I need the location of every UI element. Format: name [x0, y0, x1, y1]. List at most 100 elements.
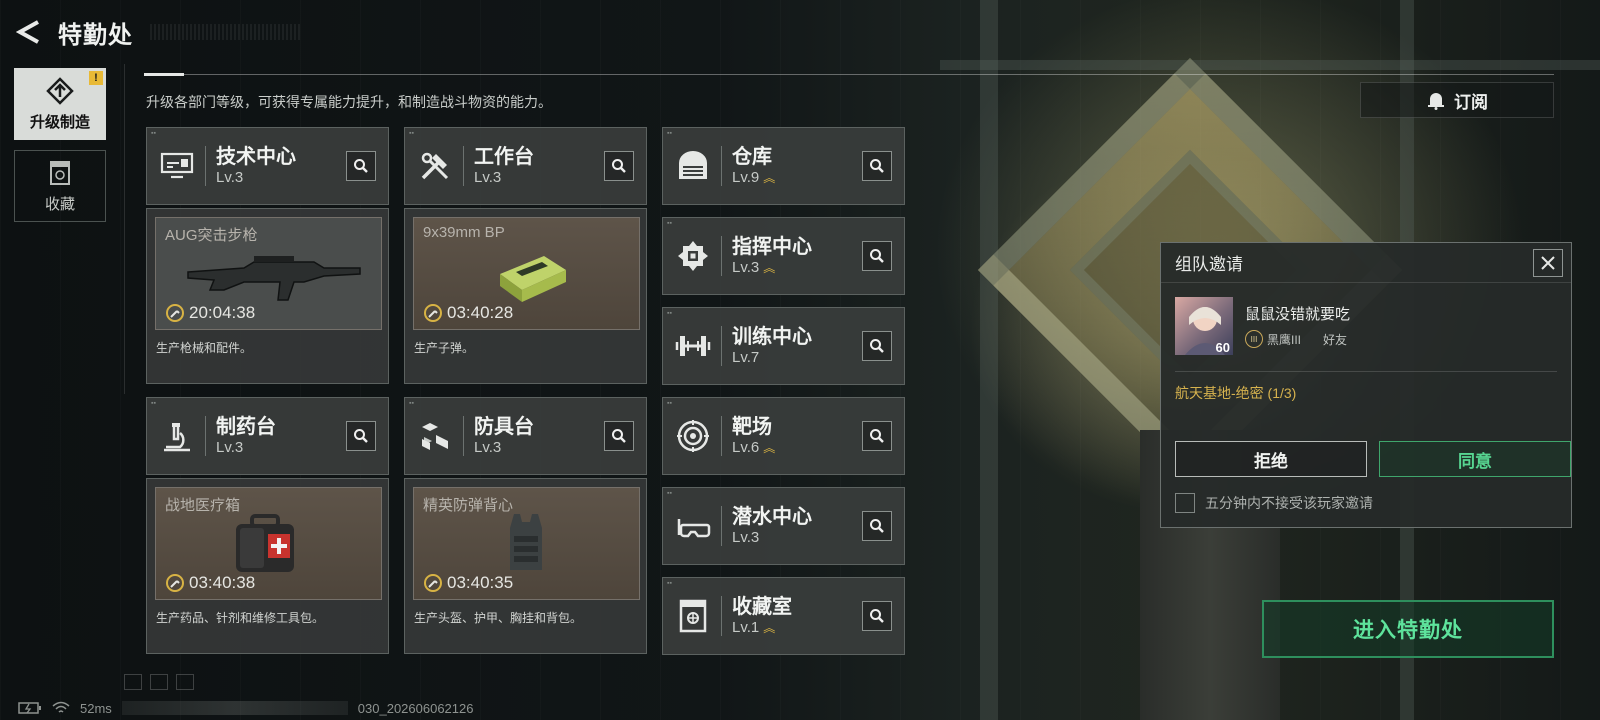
facility-name: 技术中心	[216, 146, 296, 168]
facility-level: Lv.6	[732, 439, 760, 456]
status-bar: 52ms 030_202606062126	[0, 696, 540, 720]
relation-label: 好友	[1323, 332, 1348, 347]
facility-card-warehouse[interactable]: ▪▪ 仓库 Lv.9 ︽	[662, 127, 905, 205]
product-name: 战地医疗箱	[165, 497, 241, 514]
facility-card-armor-bench[interactable]: ▪▪ 防具台 Lv.3	[404, 397, 647, 475]
card-corner-mark: ▪▪	[409, 400, 414, 407]
corner-icons	[124, 674, 194, 690]
facility-card-diving-center[interactable]: ▪▪ 潜水中心 Lv.3	[662, 487, 905, 565]
facility-name: 防具台	[474, 416, 534, 438]
facility-description: 生产药品、针剂和维修工具包。	[156, 611, 325, 625]
production-slot[interactable]: AUG突击步枪 20:04:38	[155, 217, 382, 330]
nav-collection[interactable]: 收藏	[14, 150, 106, 222]
enter-special-ops-button[interactable]: 进入特勤处	[1262, 600, 1554, 658]
product-name: 9x39mm BP	[423, 224, 505, 241]
card-corner-mark: ▪▪	[667, 400, 672, 407]
production-slot[interactable]: 精英防弹背心 03:40:35	[413, 487, 640, 600]
rank-icon: III	[1245, 330, 1263, 348]
search-icon	[870, 339, 884, 353]
timer-icon	[166, 574, 184, 592]
card-corner-mark: ▪▪	[667, 580, 672, 587]
title-decoration	[150, 24, 300, 40]
checkbox-box[interactable]	[1175, 493, 1195, 513]
nav-label: 升级制造	[29, 113, 90, 131]
goggles-icon	[671, 504, 715, 548]
facility-level: Lv.3	[474, 169, 502, 186]
subscribe-label: 订阅	[1454, 92, 1488, 112]
dumbbell-icon	[671, 324, 715, 368]
upgrade-available-icon: ︽	[763, 261, 776, 275]
facility-card-workbench[interactable]: ▪▪ 工作台 Lv.3	[404, 127, 647, 205]
search-icon	[612, 159, 626, 173]
facility-level: Lv.3	[216, 169, 244, 186]
search-button[interactable]	[862, 151, 892, 181]
facility-name: 指挥中心	[732, 236, 812, 258]
close-icon	[1541, 256, 1555, 270]
accept-button[interactable]: 同意	[1379, 441, 1571, 477]
facility-level: Lv.1	[732, 619, 760, 636]
facility-description: 生产枪械和配件。	[156, 341, 253, 355]
search-icon	[870, 159, 884, 173]
inviter-name: 鼠鼠没错就要吃	[1245, 306, 1351, 323]
facility-level: Lv.9	[732, 169, 760, 186]
card-corner-mark: ▪▪	[151, 400, 156, 407]
search-button[interactable]	[346, 421, 376, 451]
facility-card-shooting-range[interactable]: ▪▪ 靶场 Lv.6 ︽	[662, 397, 905, 475]
command-icon	[671, 234, 715, 278]
warehouse-icon	[671, 144, 715, 188]
search-icon	[354, 429, 368, 443]
divider	[1175, 371, 1557, 372]
player-level: 60	[1215, 340, 1230, 355]
facility-name: 制药台	[216, 416, 276, 438]
facility-name: 训练中心	[732, 326, 812, 348]
alert-badge: !	[89, 71, 103, 85]
battery-icon	[18, 702, 41, 714]
square-icon	[150, 674, 168, 690]
timer-value: 03:40:35	[447, 573, 514, 592]
nav-upgrade-manufacture[interactable]: ! 升级制造	[14, 68, 106, 140]
subscribe-button[interactable]: 订阅	[1360, 82, 1554, 118]
search-button[interactable]	[346, 151, 376, 181]
facility-level: Lv.3	[732, 529, 760, 546]
facility-level: Lv.3	[474, 439, 502, 456]
production-panel: 精英防弹背心 03:40:35 生产头盔、护甲、胸挂和背包。	[404, 478, 647, 654]
close-button[interactable]	[1533, 249, 1563, 277]
search-icon	[870, 609, 884, 623]
search-button[interactable]	[862, 601, 892, 631]
facility-card-tech-center[interactable]: ▪▪ 技术中心 Lv.3	[146, 127, 389, 205]
header: 特勤处	[14, 14, 133, 50]
target-icon	[671, 414, 715, 458]
facility-description: 生产子弹。	[414, 341, 475, 355]
reject-button[interactable]: 拒绝	[1175, 441, 1367, 477]
search-button[interactable]	[862, 331, 892, 361]
nav-label: 收藏	[44, 195, 75, 213]
facility-card-vault[interactable]: ▪▪ 收藏室 Lv.1 ︽	[662, 577, 905, 655]
collection-icon	[50, 160, 70, 185]
rank-label: 黑鹰III	[1267, 332, 1302, 347]
production-slot[interactable]: 9x39mm BP 03:40:28	[413, 217, 640, 330]
search-button[interactable]	[862, 241, 892, 271]
facility-card-training-center[interactable]: ▪▪ 训练中心 Lv.7	[662, 307, 905, 385]
tools-icon	[413, 144, 457, 188]
timer-icon	[424, 304, 442, 322]
search-button[interactable]	[604, 421, 634, 451]
card-corner-mark: ▪▪	[667, 490, 672, 497]
mute-invites-checkbox[interactable]: 五分钟内不接受该玩家邀请	[1175, 493, 1373, 513]
production-slot[interactable]: 战地医疗箱 03:40:38	[155, 487, 382, 600]
search-button[interactable]	[862, 511, 892, 541]
facility-description: 生产头盔、护甲、胸挂和背包。	[414, 611, 583, 625]
medkit-image	[236, 514, 294, 572]
armor-vest-image	[510, 514, 542, 570]
back-button[interactable]	[14, 17, 44, 47]
facility-card-pharmacy[interactable]: ▪▪ 制药台 Lv.3	[146, 397, 389, 475]
square-icon	[176, 674, 194, 690]
facility-name: 收藏室	[732, 596, 792, 618]
avatar[interactable]: 60	[1175, 297, 1233, 355]
search-button[interactable]	[604, 151, 634, 181]
search-button[interactable]	[862, 421, 892, 451]
blocks-icon	[413, 414, 457, 458]
search-icon	[870, 429, 884, 443]
card-corner-mark: ▪▪	[667, 310, 672, 317]
facility-card-command-center[interactable]: ▪▪ 指挥中心 Lv.3 ︽	[662, 217, 905, 295]
facility-name: 工作台	[474, 146, 534, 168]
